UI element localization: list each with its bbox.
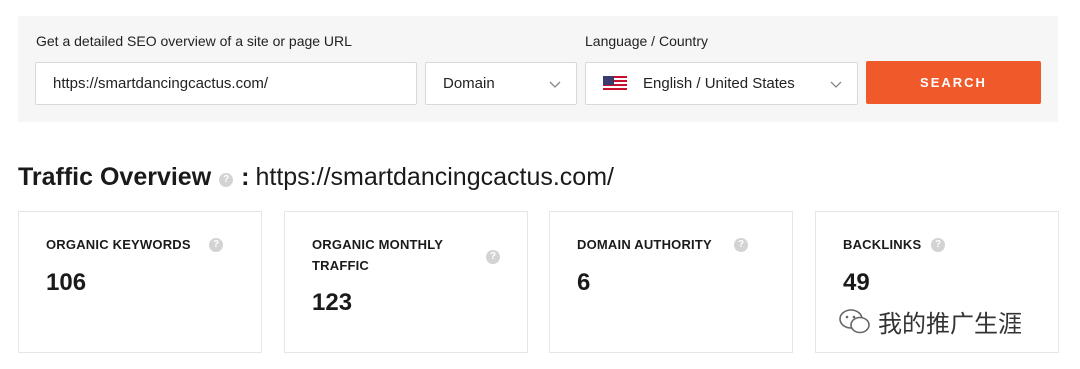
- domain-authority-card: DOMAIN AUTHORITY ? 6: [549, 211, 793, 353]
- url-field-label: Get a detailed SEO overview of a site or…: [36, 33, 352, 49]
- language-country-label: Language / Country: [585, 33, 708, 49]
- card-title: BACKLINKS: [843, 237, 922, 252]
- search-panel: Get a detailed SEO overview of a site or…: [18, 16, 1058, 122]
- url-input[interactable]: [35, 62, 417, 105]
- title-separator: :: [241, 163, 250, 191]
- overview-url: https://smartdancingcactus.com/: [255, 163, 614, 191]
- organic-keywords-card: ORGANIC KEYWORDS ? 106: [18, 211, 262, 353]
- card-title-line: ORGANIC MONTHLY: [312, 237, 444, 252]
- language-country-select[interactable]: English / United States: [585, 62, 858, 105]
- help-icon[interactable]: ?: [219, 172, 234, 187]
- language-country-value: English / United States: [643, 75, 795, 92]
- card-value: 6: [577, 269, 591, 296]
- search-mode-value: Domain: [443, 75, 495, 92]
- chevron-down-icon: [549, 81, 561, 88]
- organic-monthly-traffic-card: ORGANIC MONTHLY TRAFFIC ? 123: [284, 211, 528, 353]
- us-flag-icon: [603, 75, 627, 92]
- card-value: 123: [312, 289, 353, 316]
- card-title-line: TRAFFIC: [312, 258, 369, 273]
- search-button[interactable]: SEARCH: [866, 61, 1041, 104]
- watermark: 我的推广生涯: [838, 304, 1022, 339]
- help-icon[interactable]: ?: [931, 238, 945, 252]
- card-title: DOMAIN AUTHORITY: [577, 237, 712, 252]
- traffic-overview-heading: Traffic Overview: [18, 163, 212, 191]
- card-title: ORGANIC MONTHLY TRAFFIC: [312, 234, 443, 276]
- chevron-down-icon: [830, 81, 842, 88]
- help-icon[interactable]: ?: [209, 238, 223, 252]
- card-value: 106: [46, 269, 87, 296]
- search-mode-select[interactable]: Domain: [425, 62, 577, 105]
- wechat-icon: [839, 308, 870, 333]
- card-title: ORGANIC KEYWORDS: [46, 237, 191, 252]
- help-icon[interactable]: ?: [486, 250, 500, 264]
- watermark-text: 我的推广生涯: [878, 310, 1022, 338]
- help-icon[interactable]: ?: [734, 238, 748, 252]
- page-title: Traffic Overview ? : https://smartdancin…: [18, 163, 614, 192]
- card-value: 49: [843, 269, 870, 296]
